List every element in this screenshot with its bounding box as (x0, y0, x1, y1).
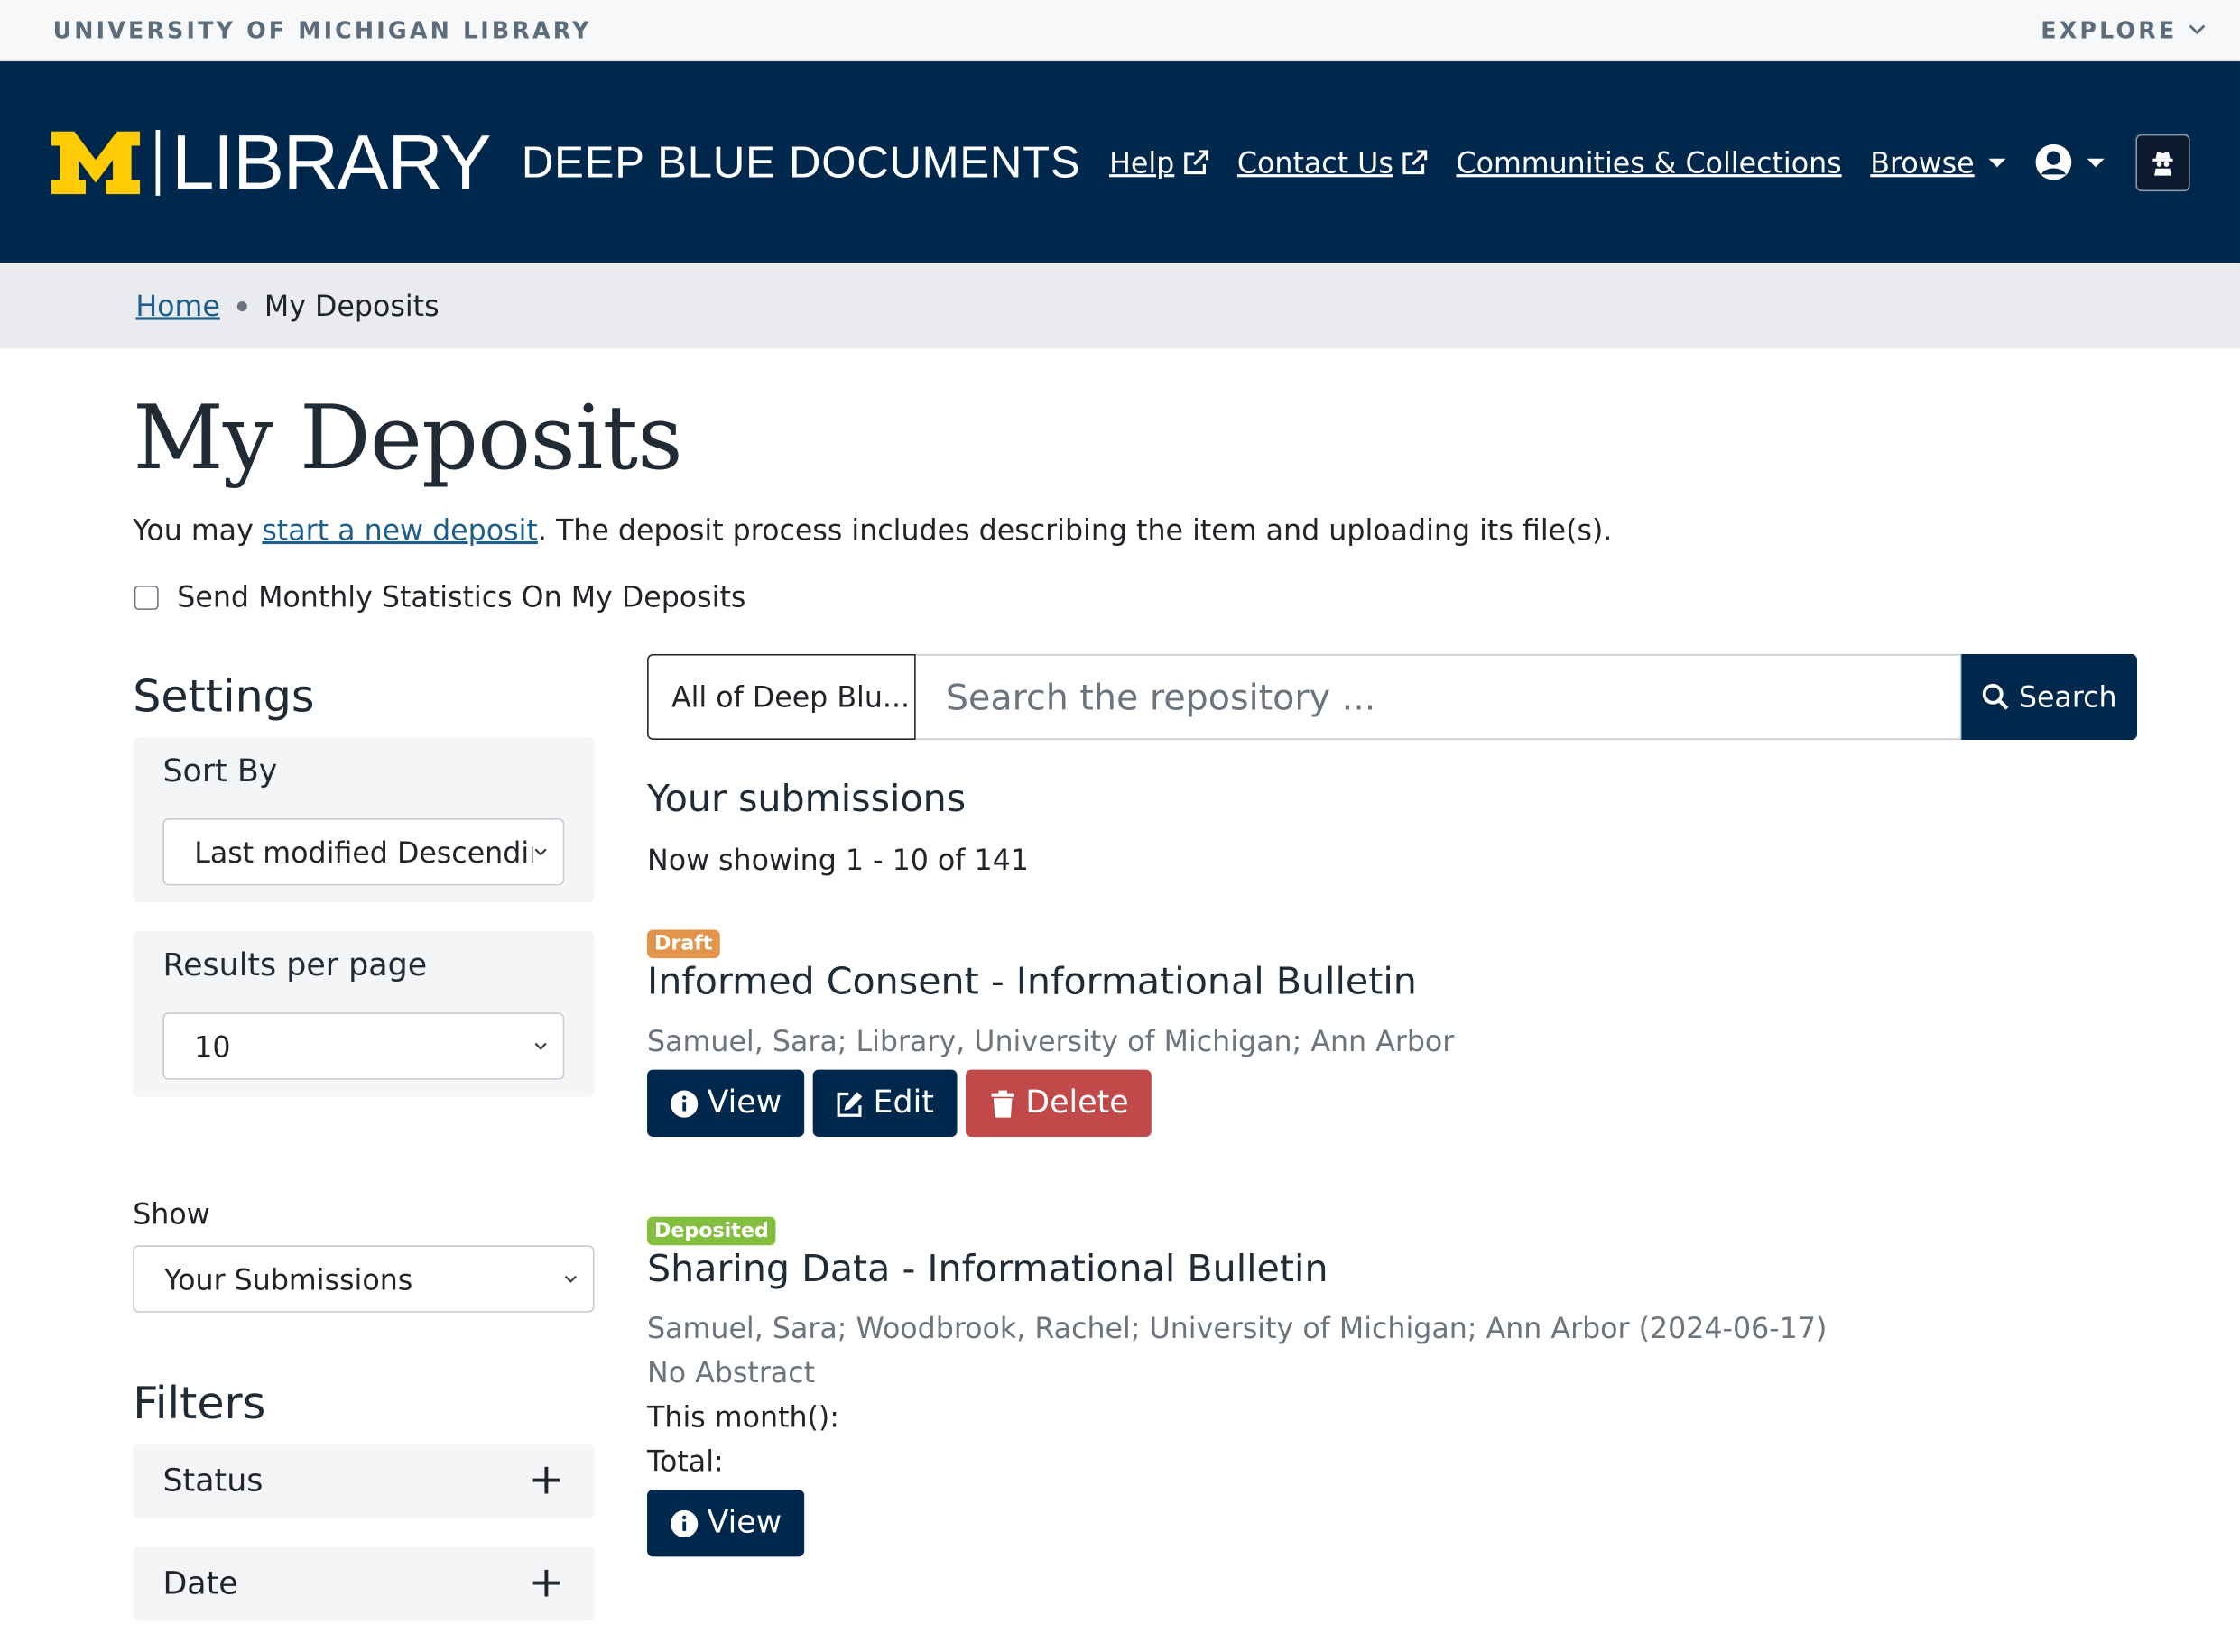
explore-menu[interactable]: EXPLORE (2041, 16, 2206, 43)
list-item: Deposited Sharing Data - Informational B… (647, 1215, 2137, 1557)
submissions-heading: Your submissions (647, 778, 967, 822)
breadcrumb-current: My Deposits (264, 288, 440, 323)
sidebar: Settings Sort By Last modified Descendin… (133, 654, 595, 1649)
item-title[interactable]: Informed Consent - Informational Bulleti… (647, 962, 2137, 1004)
search-input[interactable]: Search the repository ... (915, 654, 1962, 741)
contact-us-label: Contact Us (1236, 144, 1393, 180)
logo-wordmark: LIBRARY (171, 119, 492, 206)
breadcrumb-home-link[interactable]: Home (135, 289, 219, 323)
user-menu[interactable] (2034, 143, 2105, 181)
show-label: Show (133, 1196, 210, 1232)
info-circle-icon (671, 1509, 699, 1537)
library-logo[interactable]: LIBRARY (51, 119, 492, 206)
plus-icon: + (528, 1455, 565, 1506)
info-circle-icon (671, 1090, 699, 1118)
results-per-page-select[interactable]: 10 (162, 1012, 565, 1080)
trash-icon (991, 1090, 1014, 1118)
delete-button[interactable]: Delete (965, 1069, 1152, 1138)
view-button[interactable]: View (647, 1069, 805, 1138)
utility-bar: UNIVERSITY OF MICHIGAN LIBRARY EXPLORE (0, 0, 2240, 62)
caret-down-icon (2087, 157, 2105, 167)
results-per-page-panel: Results per page 10 (133, 931, 595, 1097)
edit-button[interactable]: Edit (813, 1069, 958, 1138)
edit-icon (837, 1091, 863, 1117)
block-m-logo-icon (51, 130, 141, 194)
breadcrumb: Home My Deposits (0, 263, 2240, 349)
delete-label: Delete (1025, 1085, 1129, 1121)
intro-suffix: . The deposit process includes describin… (537, 512, 1613, 548)
communities-collections-link[interactable]: Communities & Collections (1456, 145, 1841, 180)
date-facet-label: Date (162, 1565, 238, 1602)
sort-by-value: Last modified Descending (194, 835, 533, 870)
show-select[interactable]: Your Submissions (133, 1245, 595, 1313)
item-total: Total: (647, 1444, 724, 1479)
status-facet-toggle[interactable]: Status + (133, 1444, 595, 1518)
results-per-page-label: Results per page (162, 948, 428, 984)
monthly-stats-label[interactable]: Send Monthly Statistics On My Deposits (177, 580, 745, 614)
intro-prefix: You may (133, 512, 254, 548)
item-actions: View Edit Delete (647, 1069, 2137, 1138)
item-abstract: No Abstract (647, 1355, 816, 1390)
breadcrumb-separator (236, 300, 247, 311)
view-label: View (707, 1085, 782, 1121)
user-circle-icon (2035, 143, 2072, 180)
settings-heading: Settings (133, 671, 315, 724)
list-item: Draft Informed Consent - Informational B… (647, 928, 2137, 1138)
item-title[interactable]: Sharing Data - Informational Bulletin (647, 1249, 2137, 1291)
filters-heading: Filters (133, 1378, 266, 1430)
sort-by-label: Sort By (162, 754, 278, 790)
edit-label: Edit (873, 1085, 934, 1121)
external-link-icon (1184, 149, 1209, 174)
results-area: All of Deep Blu... Search the repository… (647, 654, 2138, 1649)
item-actions: View (647, 1490, 2137, 1557)
browse-label: Browse (1870, 144, 1975, 180)
search-button[interactable]: Search (1961, 654, 2138, 741)
sort-by-select[interactable]: Last modified Descending (162, 818, 565, 886)
view-button[interactable]: View (647, 1490, 805, 1557)
chevron-down-icon (534, 1043, 547, 1051)
explore-label: EXPLORE (2041, 16, 2178, 44)
logo-divider (155, 129, 161, 196)
chevron-down-icon (2189, 24, 2206, 35)
results-per-page-value: 10 (194, 1029, 231, 1064)
item-authors: Samuel, Sara; Library, University of Mic… (647, 1024, 1455, 1059)
user-secret-icon (2152, 150, 2173, 175)
search-scope-select[interactable]: All of Deep Blu... (647, 654, 916, 741)
date-facet-toggle[interactable]: Date + (133, 1546, 595, 1621)
item-this-month: This month(): (647, 1399, 839, 1435)
status-facet-label: Status (162, 1463, 264, 1500)
view-label: View (707, 1505, 782, 1542)
item-authors: Samuel, Sara; Woodbrook, Rachel; Univers… (647, 1311, 1828, 1346)
deposit-intro: You may start a new deposit. The deposit … (133, 513, 2137, 548)
results-count: Now showing 1 - 10 of 141 (647, 843, 1029, 878)
caret-down-icon (1988, 157, 2006, 167)
search-form: All of Deep Blu... Search the repository… (647, 654, 2138, 741)
university-library-link[interactable]: UNIVERSITY OF MICHIGAN LIBRARY (53, 16, 592, 43)
chevron-down-icon (534, 848, 547, 856)
chevron-down-icon (564, 1276, 577, 1284)
site-header: LIBRARY DEEP BLUE DOCUMENTS Help Contact… (0, 61, 2240, 263)
plus-icon: + (528, 1558, 565, 1609)
contact-us-link[interactable]: Contact Us (1237, 145, 1428, 180)
status-badge: Deposited (647, 1216, 776, 1246)
main-nav: Help Contact Us Communities & Collection… (1109, 134, 2190, 191)
site-title[interactable]: DEEP BLUE DOCUMENTS (522, 136, 1080, 188)
search-button-label: Search (2018, 679, 2117, 715)
show-value: Your Submissions (164, 1261, 413, 1297)
help-label: Help (1109, 144, 1175, 180)
external-link-icon (1402, 149, 1428, 174)
monthly-stats-checkbox[interactable] (134, 585, 159, 610)
page-title: My Deposits (133, 385, 682, 490)
start-new-deposit-link[interactable]: start a new deposit (262, 513, 537, 548)
browse-menu[interactable]: Browse (1870, 144, 2006, 180)
main-content: My Deposits You may start a new deposit. … (133, 347, 2138, 1650)
monthly-stats-option: Send Monthly Statistics On My Deposits (133, 580, 2137, 614)
impersonate-button[interactable] (2135, 134, 2190, 191)
help-link[interactable]: Help (1109, 144, 1209, 180)
search-icon (1982, 684, 2009, 710)
status-badge: Draft (647, 929, 720, 959)
sort-by-panel: Sort By Last modified Descending (133, 737, 595, 903)
